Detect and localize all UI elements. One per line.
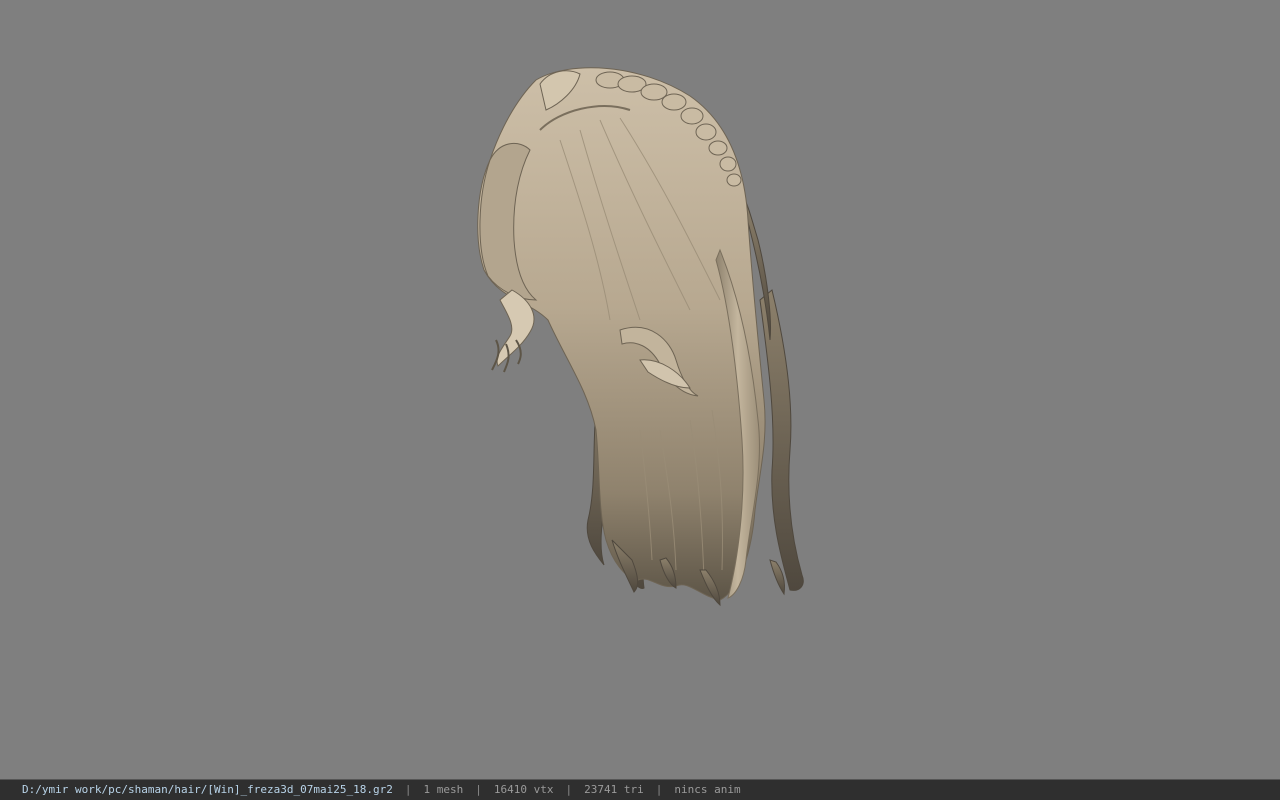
status-separator: | xyxy=(475,783,482,796)
mesh-count: 1 mesh xyxy=(423,783,464,796)
status-separator: | xyxy=(565,783,573,796)
vertex-count: 16410 vtx xyxy=(493,783,554,796)
triangle-count: 23741 tri xyxy=(584,783,644,796)
model-file-path: D:/ymir work/pc/shaman/hair/[Win]_freza3… xyxy=(22,783,393,796)
hair-main-mass xyxy=(477,67,766,601)
status-bar: D:/ymir work/pc/shaman/hair/[Win]_freza3… xyxy=(0,779,1280,800)
animation-status: nincs anim xyxy=(674,783,741,796)
status-separator: | xyxy=(655,783,663,796)
status-separator: | xyxy=(404,783,412,796)
3d-viewport[interactable] xyxy=(0,0,1280,779)
hair-model-render xyxy=(477,67,804,607)
